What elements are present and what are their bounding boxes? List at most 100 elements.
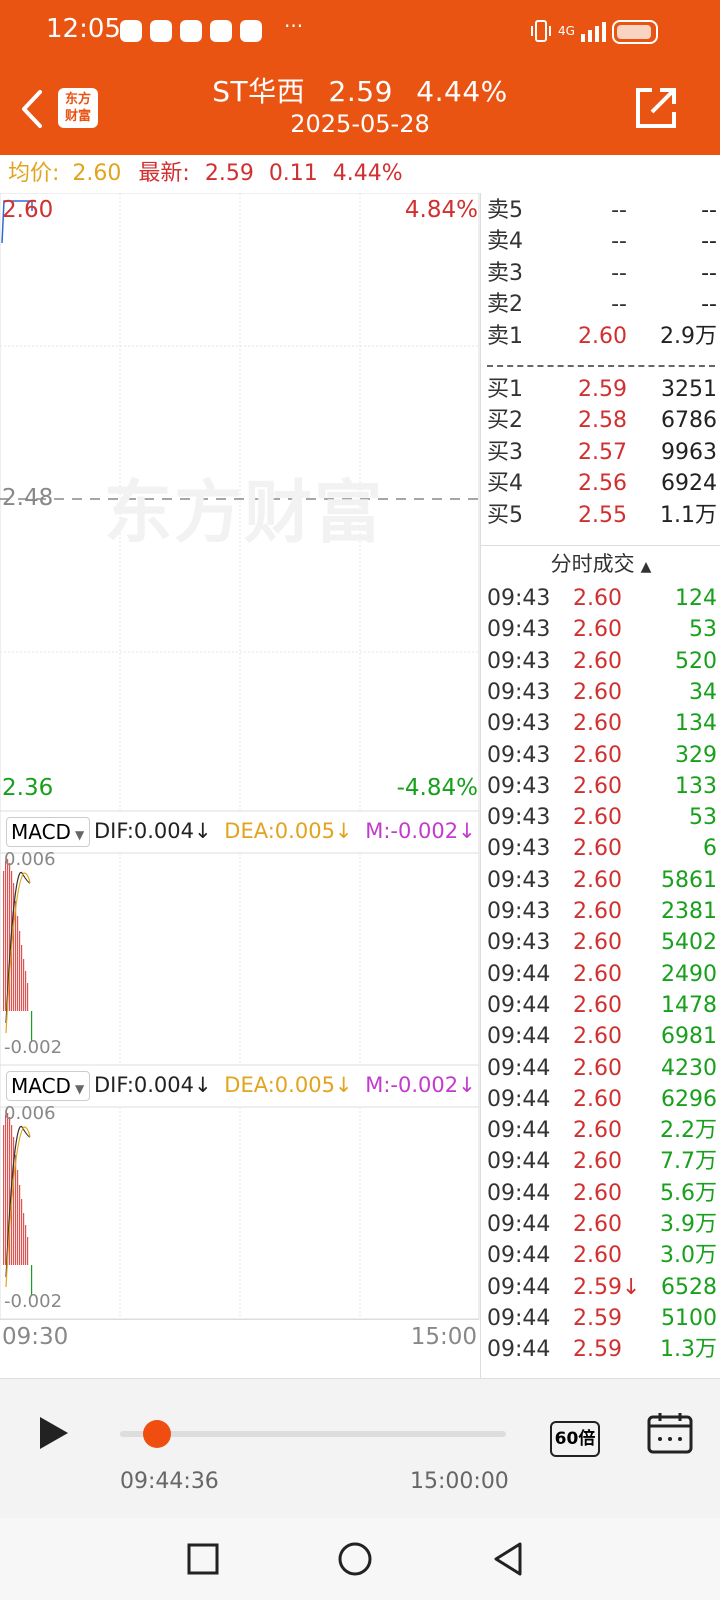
tick-price: 2.60 <box>573 1086 622 1112</box>
tick-time: 09:44 <box>487 1055 551 1081</box>
macd-top-1: 0.006 <box>4 849 56 870</box>
tick-volume: 53 <box>689 617 717 643</box>
stock-change-pct: 4.44% <box>416 75 508 108</box>
latest-change: 0.11 <box>268 161 318 186</box>
bid-row: 买3 2.57 9963 <box>487 437 717 469</box>
chat-icon <box>120 20 142 42</box>
m-value: M:-0.002↓ <box>365 1073 476 1097</box>
tick-time: 09:44 <box>487 1212 551 1237</box>
tick-volume: 6 <box>703 836 717 862</box>
order-volume: 2.9万 <box>660 323 717 349</box>
order-price: 2.56 <box>578 471 627 497</box>
tick-time: 09:43 <box>487 867 551 893</box>
tick-time: 09:43 <box>487 617 551 643</box>
stock-name: ST华西 <box>212 75 306 108</box>
macd-bottom-1: -0.002 <box>4 1037 63 1058</box>
tick-row: 09:43 2.60 5861 <box>487 865 717 897</box>
tick-volume: 1478 <box>661 992 717 1018</box>
ask-row: 卖2 -- -- <box>487 289 717 321</box>
slider-knob[interactable] <box>143 1420 171 1448</box>
status-more: ··· <box>284 14 304 38</box>
tick-time: 09:43 <box>487 773 551 799</box>
price-mid-label: 2.48 <box>2 485 54 511</box>
order-label: 买2 <box>487 408 523 434</box>
macd-select-1[interactable]: MACD ▼ <box>6 817 90 847</box>
tick-time: 09:44 <box>487 1149 551 1175</box>
calendar-icon[interactable] <box>646 1411 694 1455</box>
tick-row: 09:43 2.60 124 <box>487 583 717 615</box>
tick-row: 09:44 2.59 5100 <box>487 1303 717 1335</box>
tick-row: 09:44 2.59↓ 6528 <box>487 1272 717 1304</box>
tick-volume: 34 <box>689 679 717 705</box>
tick-price: 2.60 <box>573 1212 622 1237</box>
tick-row: 09:44 2.60 4230 <box>487 1053 717 1085</box>
tick-volume: 2490 <box>661 961 717 987</box>
tick-time: 09:43 <box>487 836 551 862</box>
tick-volume: 2381 <box>661 899 717 924</box>
tick-time: 09:44 <box>487 1243 551 1269</box>
tick-volume: 6981 <box>661 1024 717 1050</box>
macd-bar <box>15 1155 17 1265</box>
tick-time: 09:44 <box>487 1337 551 1363</box>
tick-time: 09:43 <box>487 679 551 705</box>
tick-price: 2.60 <box>573 899 622 924</box>
order-volume: -- <box>701 292 717 318</box>
tick-price: 2.60 <box>573 867 622 893</box>
tick-price: 2.60 <box>573 1024 622 1050</box>
ticks-header[interactable]: 分时成交 ▲ <box>481 545 720 581</box>
order-price: 2.60 <box>578 323 627 349</box>
pct-bottom-label: -4.84% <box>396 775 478 801</box>
price-top-label: 2.60 <box>2 197 54 223</box>
system-nav-bar <box>0 1518 720 1600</box>
tick-time: 09:44 <box>487 1180 551 1206</box>
playback-slider[interactable] <box>120 1431 506 1437</box>
order-volume: -- <box>701 260 717 286</box>
order-label: 买4 <box>487 471 523 497</box>
play-icon[interactable] <box>36 1413 72 1453</box>
order-price: -- <box>611 292 627 318</box>
avg-value: 2.60 <box>72 161 122 186</box>
order-label: 买5 <box>487 502 523 528</box>
tick-time: 09:43 <box>487 742 551 768</box>
order-label: 卖2 <box>487 292 523 318</box>
macd-bar <box>17 1170 19 1265</box>
quote-panel: 卖5 -- -- 卖4 -- -- 卖3 -- -- 卖2 -- -- 卖1 2.60 2.9万 买1 2.59… <box>480 193 720 1378</box>
dea-value: DEA:0.005↓ <box>224 1073 353 1097</box>
home-icon[interactable] <box>336 1540 374 1578</box>
tick-row: 09:43 2.60 133 <box>487 771 717 803</box>
status-app-icons <box>120 20 262 42</box>
tick-price: 2.60 <box>573 992 622 1018</box>
tick-row: 09:44 2.60 6981 <box>487 1021 717 1053</box>
macd-bar <box>25 1225 27 1265</box>
battery-icon <box>612 20 658 44</box>
order-volume: 6924 <box>661 471 717 497</box>
tick-volume: 5.6万 <box>660 1180 717 1206</box>
speed-button[interactable]: 60倍 <box>550 1421 600 1457</box>
order-price: -- <box>611 198 627 223</box>
price-summary: 均价: 2.60 最新: 2.59 0.11 4.44% <box>0 155 720 193</box>
intraday-chart[interactable]: 东方财富 2.60 4.84% 2.48 2.36 -4.84% MACD ▼ D… <box>0 193 480 1378</box>
back-nav-icon[interactable] <box>490 1540 526 1578</box>
bid-row: 买1 2.59 3251 <box>487 374 717 406</box>
macd-bar <box>27 1237 29 1265</box>
tick-row: 09:43 2.60 134 <box>487 708 717 740</box>
share-icon[interactable] <box>634 86 678 130</box>
tick-volume: 3.0万 <box>660 1243 717 1269</box>
app-icon <box>150 20 172 42</box>
tick-time: 09:43 <box>487 805 551 831</box>
tick-row: 09:44 2.60 6296 <box>487 1084 717 1116</box>
macd-select-2[interactable]: MACD ▼ <box>6 1071 90 1101</box>
order-volume: 6786 <box>661 408 717 434</box>
tick-row: 09:43 2.60 53 <box>487 802 717 834</box>
tick-volume: 1.3万 <box>660 1337 717 1363</box>
tick-volume: 5402 <box>661 930 717 956</box>
app-header: 12:05 ··· 4G 东方 财富 ST华西 2.59 4.44% 2025-… <box>0 0 720 155</box>
macd-bar <box>21 1199 23 1265</box>
tick-time: 09:44 <box>487 1086 551 1112</box>
recents-icon[interactable] <box>186 1542 220 1576</box>
macd-bar <box>3 871 5 1011</box>
latest-value: 2.59 <box>204 161 254 186</box>
tick-row: 09:44 2.60 5.6万 <box>487 1178 717 1210</box>
chevron-down-icon: ▼ <box>74 828 85 842</box>
macd-bar <box>3 1125 5 1265</box>
